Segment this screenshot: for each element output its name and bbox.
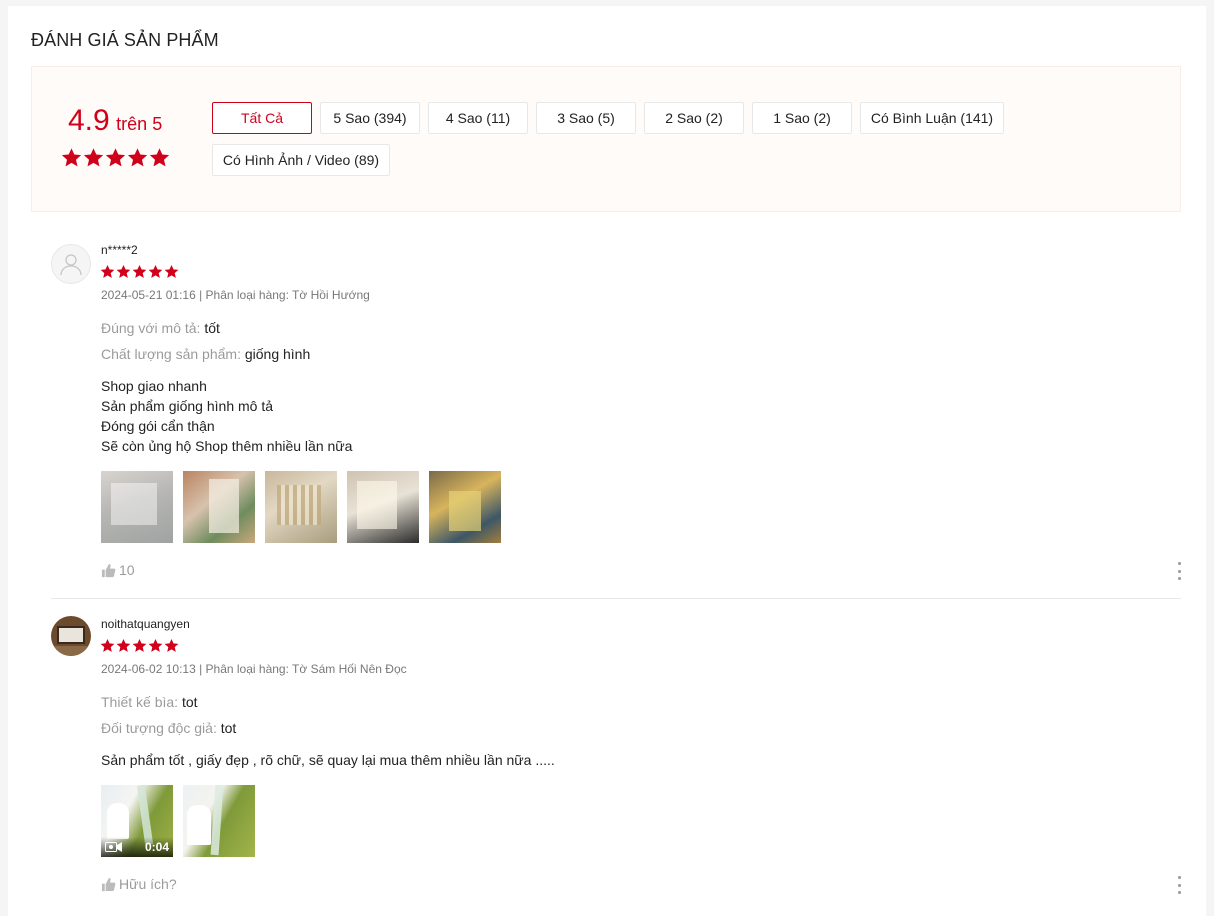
average-stars <box>61 147 170 168</box>
review-body: Shop giao nhanh Sản phẩm giống hình mô t… <box>101 376 352 456</box>
review-meta: 2024-06-02 10:13 | Phân loại hàng: Tờ Sá… <box>101 662 407 676</box>
review-stars <box>100 264 179 279</box>
attribute-key: Đúng với mô tả: <box>101 320 201 336</box>
review-line: Sản phẩm giống hình mô tả <box>101 398 274 414</box>
review-photo[interactable] <box>101 471 173 543</box>
user-avatar[interactable] <box>51 616 91 656</box>
review-attribute: Đối tượng độc giả: tot <box>101 720 236 736</box>
review-divider <box>51 598 1181 599</box>
attribute-key: Thiết kế bìa: <box>101 694 179 710</box>
filter-button[interactable]: 1 Sao (2) <box>752 102 852 134</box>
score-value: 4.9 <box>68 104 110 137</box>
star-icon <box>164 638 179 653</box>
filter-button[interactable]: Tất Cả <box>212 102 312 134</box>
star-icon <box>100 264 115 279</box>
video-bar: 0:04 <box>101 837 173 857</box>
review-username[interactable]: noithatquangyen <box>101 617 190 631</box>
star-icon <box>116 638 131 653</box>
filter-button[interactable]: Có Hình Ảnh / Video (89) <box>212 144 390 176</box>
attribute-key: Chất lượng sản phẩm: <box>101 346 241 362</box>
more-options-icon[interactable] <box>1175 876 1183 894</box>
rating-overview: 4.9 trên 5 Tất Cả 5 Sao (394) 4 Sao (11) 3 … <box>31 66 1181 212</box>
filter-button[interactable]: 4 Sao (11) <box>428 102 528 134</box>
review-line: Sản phẩm tốt , giấy đẹp , rõ chữ, sẽ qua… <box>101 752 555 768</box>
star-icon <box>105 147 126 168</box>
review-media: 0:04 <box>101 785 255 857</box>
product-ratings-section: ĐÁNH GIÁ SẢN PHẨM 4.9 trên 5 Tất Cả 5 Sao… <box>8 6 1206 916</box>
review-attribute: Thiết kế bìa: tot <box>101 694 198 710</box>
review-line: Shop giao nhanh <box>101 378 207 394</box>
review-line: Đóng gói cẩn thận <box>101 418 215 434</box>
more-options-icon[interactable] <box>1175 562 1183 580</box>
review-attribute: Đúng với mô tả: tốt <box>101 320 220 336</box>
star-icon <box>83 147 104 168</box>
star-icon <box>116 264 131 279</box>
star-icon <box>148 638 163 653</box>
star-icon <box>61 147 82 168</box>
star-icon <box>127 147 148 168</box>
review-photo[interactable] <box>265 471 337 543</box>
star-icon <box>148 264 163 279</box>
review-line: Sẽ còn ủng hộ Shop thêm nhiều lần nữa <box>101 438 353 454</box>
thumbs-up-icon <box>101 877 116 891</box>
video-camera-icon <box>105 842 122 852</box>
helpful-button[interactable]: 10 <box>101 562 135 578</box>
review-photo[interactable] <box>429 471 501 543</box>
filter-button[interactable]: 5 Sao (394) <box>320 102 420 134</box>
thumbs-up-icon <box>101 563 116 577</box>
review-stars <box>100 638 179 653</box>
star-icon <box>132 264 147 279</box>
filter-button[interactable]: 3 Sao (5) <box>536 102 636 134</box>
review-attribute: Chất lượng sản phẩm: giống hình <box>101 346 310 362</box>
attribute-value: tot <box>181 694 198 710</box>
helpful-label: Hữu ích? <box>119 876 177 892</box>
review-photo[interactable] <box>183 471 255 543</box>
attribute-value: giống hình <box>244 346 311 362</box>
star-icon <box>100 638 115 653</box>
attribute-value: tot <box>220 720 237 736</box>
default-user-icon[interactable] <box>51 244 91 284</box>
video-duration: 0:04 <box>144 840 169 854</box>
attribute-value: tốt <box>204 320 220 336</box>
review-photo[interactable] <box>347 471 419 543</box>
score-out-of: trên 5 <box>116 114 163 134</box>
review-body: Sản phẩm tốt , giấy đẹp , rõ chữ, sẽ qua… <box>101 750 555 770</box>
review-username[interactable]: n*****2 <box>101 243 138 257</box>
review-photo[interactable] <box>183 785 255 857</box>
star-icon <box>132 638 147 653</box>
filter-button[interactable]: 2 Sao (2) <box>644 102 744 134</box>
like-count: 10 <box>119 562 135 578</box>
star-icon <box>149 147 170 168</box>
section-title: ĐÁNH GIÁ SẢN PHẨM <box>31 30 219 50</box>
star-icon <box>164 264 179 279</box>
filter-button[interactable]: Có Bình Luận (141) <box>860 102 1004 134</box>
review-meta: 2024-05-21 01:16 | Phân loại hàng: Tờ Hồ… <box>101 288 370 302</box>
average-score: 4.9 trên 5 <box>68 104 162 138</box>
review-media <box>101 471 501 543</box>
helpful-button[interactable]: Hữu ích? <box>101 876 177 892</box>
attribute-key: Đối tượng độc giả: <box>101 720 217 736</box>
review-video[interactable]: 0:04 <box>101 785 173 857</box>
